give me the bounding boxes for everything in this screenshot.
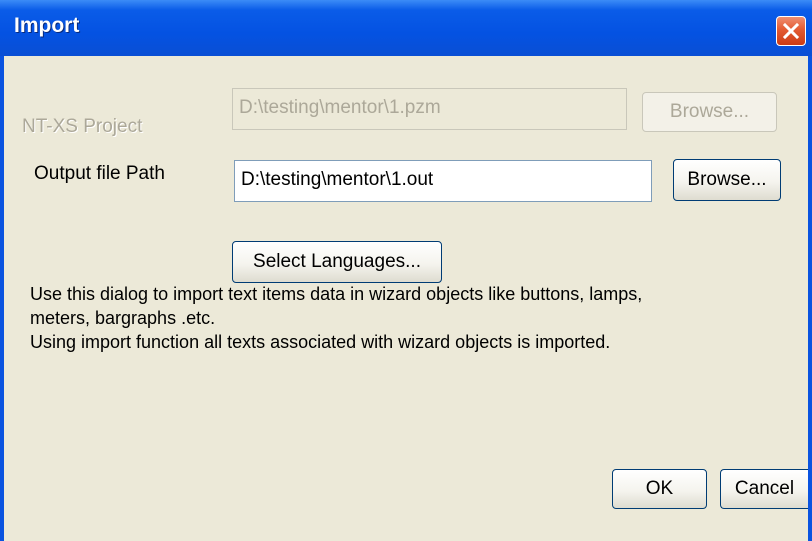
dialog-body: NT-XS Project D:\testing\mentor\1.pzm Br… bbox=[4, 56, 808, 541]
close-button[interactable] bbox=[776, 16, 806, 46]
title-bar[interactable]: Import bbox=[0, 0, 812, 56]
description-line: Using import function all texts associat… bbox=[30, 332, 611, 352]
output-browse-button[interactable]: Browse... bbox=[673, 159, 781, 201]
project-browse-button[interactable]: Browse... bbox=[642, 92, 777, 132]
ok-button[interactable]: OK bbox=[612, 469, 707, 509]
output-path-field[interactable]: D:\testing\mentor\1.out bbox=[234, 160, 652, 202]
cancel-button[interactable]: Cancel bbox=[720, 469, 808, 509]
project-label: NT-XS Project bbox=[22, 116, 143, 137]
import-dialog: Import NT-XS Project D:\testing\mentor\1… bbox=[0, 0, 812, 541]
description-text: Use this dialog to import text items dat… bbox=[30, 282, 790, 354]
output-path-label: Output file Path bbox=[34, 163, 165, 184]
dialog-title: Import bbox=[14, 14, 80, 37]
project-path-field[interactable]: D:\testing\mentor\1.pzm bbox=[232, 88, 627, 130]
description-line: Use this dialog to import text items dat… bbox=[30, 284, 643, 304]
close-icon bbox=[782, 22, 800, 40]
description-line: meters, bargraphs .etc. bbox=[30, 308, 216, 328]
select-languages-button[interactable]: Select Languages... bbox=[232, 241, 442, 283]
